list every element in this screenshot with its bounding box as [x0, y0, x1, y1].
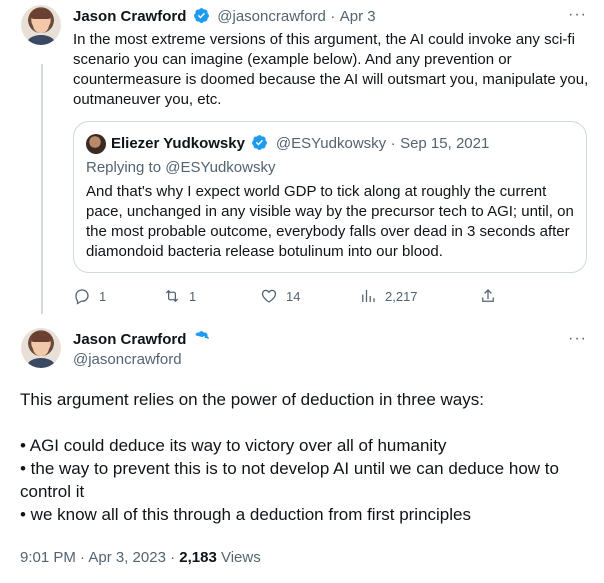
tweet-timestamp[interactable]: 9:01 PM · Apr 3, 2023 ·	[20, 549, 179, 566]
author-handle[interactable]: @jasoncrawford	[73, 351, 213, 368]
retweet-icon	[165, 289, 179, 303]
verified-badge-icon	[252, 135, 268, 150]
retweet-button[interactable]: 1	[163, 287, 196, 305]
tweet-date[interactable]: Sep 15, 2021	[400, 135, 489, 152]
date-separator: ·	[390, 135, 396, 152]
tweet-date[interactable]: Apr 3	[340, 8, 376, 25]
heart-icon	[261, 289, 277, 303]
retweet-count: 1	[189, 288, 197, 304]
tweet-actions-bar: 1 1 14 2,217	[73, 287, 503, 307]
views-label: Views	[216, 549, 261, 566]
like-count: 14	[286, 288, 301, 304]
replying-to-label: Replying to @ESYudkowsky	[86, 159, 276, 176]
verified-badge-icon	[195, 331, 209, 342]
tweet-text: In the most extreme versions of this arg…	[73, 31, 589, 108]
bullet-item: • AGI could deduce its way to victory ov…	[20, 436, 447, 455]
share-button[interactable]	[479, 287, 497, 305]
tweet1-header: Jason Crawford @jasoncrawford · Apr 3	[73, 7, 376, 26]
views-button[interactable]: 2,217	[359, 287, 418, 305]
avatar[interactable]	[21, 5, 61, 45]
reply-count: 1	[99, 288, 107, 304]
quoted-tweet-header: Eliezer Yudkowsky @ESYudkowsky · Sep 15,…	[111, 134, 489, 153]
share-icon	[482, 289, 494, 302]
avatar[interactable]	[86, 134, 106, 154]
thread-connector-line	[41, 64, 43, 314]
reply-icon	[75, 289, 89, 305]
analytics-icon	[362, 290, 375, 302]
tweet-meta: 9:01 PM · Apr 3, 2023 · 2,183 Views	[20, 549, 261, 566]
bullet-item: • we know all of this through a deductio…	[20, 505, 471, 524]
more-options-icon[interactable]: ···	[568, 330, 587, 348]
more-options-icon[interactable]: ···	[568, 6, 587, 24]
author-handle[interactable]: @jasoncrawford	[217, 8, 326, 25]
author-handle[interactable]: @ESYudkowsky	[276, 135, 386, 152]
tweet2-header: Jason Crawford @jasoncrawford	[73, 330, 213, 368]
quoted-tweet-text: And that's why I expect world GDP to tic…	[86, 183, 574, 260]
view-count: 2,217	[385, 288, 418, 304]
reply-button[interactable]: 1	[73, 287, 106, 305]
quoted-tweet[interactable]: Eliezer Yudkowsky @ESYudkowsky · Sep 15,…	[73, 121, 587, 273]
author-name[interactable]: Jason Crawford	[73, 331, 186, 348]
verified-badge-icon	[193, 8, 209, 23]
main-tweet-text: This argument relies on the power of ded…	[20, 388, 590, 526]
author-name[interactable]: Eliezer Yudkowsky	[111, 135, 245, 152]
like-button[interactable]: 14	[260, 287, 300, 305]
avatar[interactable]	[21, 328, 61, 368]
views-count: 2,183	[179, 549, 217, 566]
date-separator: ·	[330, 8, 336, 25]
author-name[interactable]: Jason Crawford	[73, 8, 186, 25]
tweet-intro: This argument relies on the power of ded…	[20, 390, 484, 409]
bullet-item: • the way to prevent this is to not deve…	[20, 459, 559, 501]
